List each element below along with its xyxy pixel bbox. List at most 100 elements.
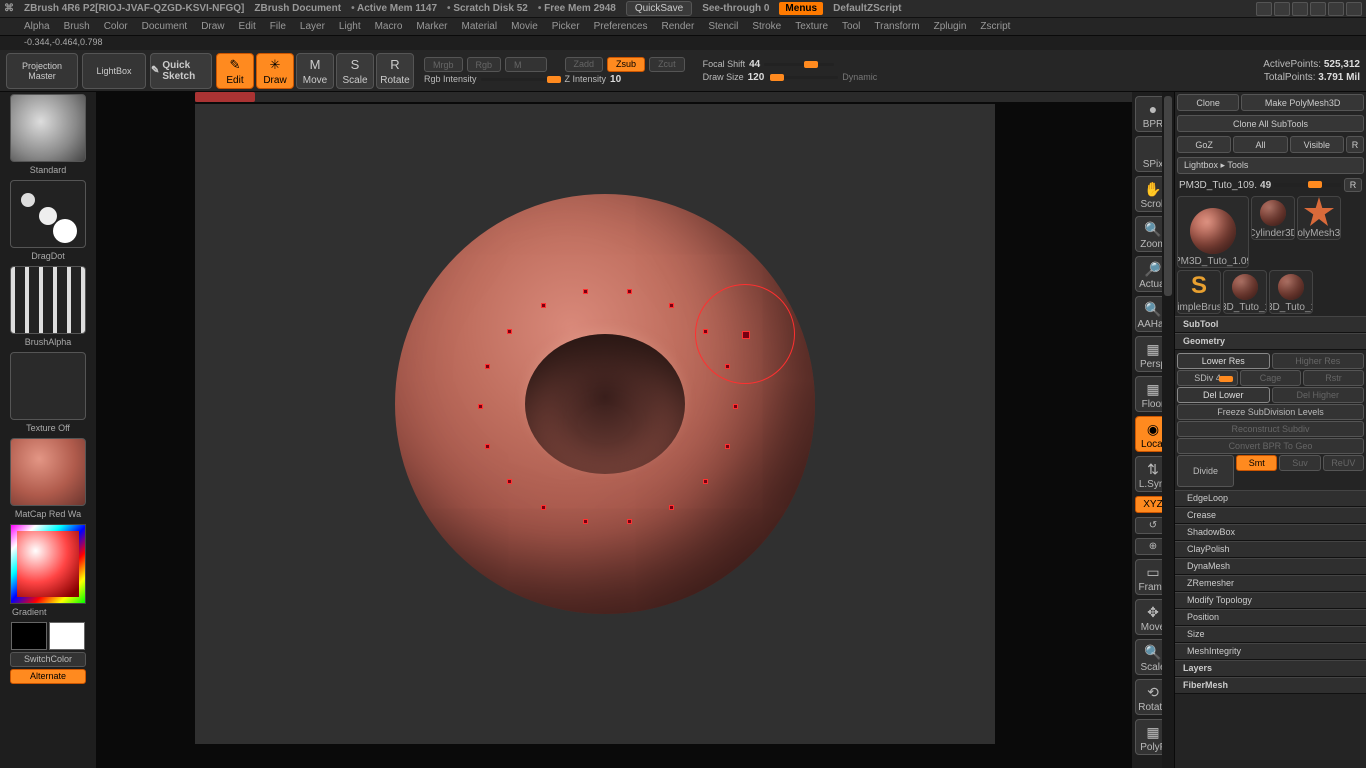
geo-freeze-subdivision-levels[interactable]: Freeze SubDivision Levels	[1177, 404, 1364, 420]
zsub-button[interactable]: Zsub	[607, 57, 645, 72]
menu-material[interactable]: Material	[462, 21, 498, 32]
m-button[interactable]: M	[505, 57, 547, 72]
menu-zplugin[interactable]: Zplugin	[934, 21, 967, 32]
geo-del-higher[interactable]: Del Higher	[1272, 387, 1365, 403]
geo-rstr[interactable]: Rstr	[1303, 370, 1364, 386]
lightbox-tools-button[interactable]: Lightbox ▸ Tools	[1177, 157, 1364, 174]
switch-color-button[interactable]: SwitchColor	[10, 652, 86, 667]
geo-cage[interactable]: Cage	[1240, 370, 1301, 386]
goz-r-button[interactable]: R	[1346, 136, 1364, 153]
geo-higher-res[interactable]: Higher Res	[1272, 353, 1365, 369]
rgb-intensity-slider[interactable]	[481, 78, 561, 81]
geo-section-crease[interactable]: Crease	[1175, 507, 1366, 524]
geo-section-meshintegrity[interactable]: MeshIntegrity	[1175, 643, 1366, 660]
menu-marker[interactable]: Marker	[416, 21, 447, 32]
material-thumbnail[interactable]	[10, 438, 86, 506]
geo-smt[interactable]: Smt	[1236, 455, 1277, 471]
quick-sketch-button[interactable]: ✎Quick Sketch	[150, 53, 212, 89]
make-polymesh-button[interactable]: Make PolyMesh3D	[1241, 94, 1364, 111]
texture-thumbnail[interactable]	[10, 352, 86, 420]
tool-PM3D_Tuto_1.09[interactable]: PM3D_Tuto_1.09	[1269, 270, 1313, 314]
mrgb-button[interactable]: Mrgb	[424, 57, 463, 72]
menu-light[interactable]: Light	[339, 21, 361, 32]
project-name[interactable]: PM3D_Tuto_109.	[1179, 180, 1257, 191]
alpha-thumbnail[interactable]	[10, 266, 86, 334]
menu-preferences[interactable]: Preferences	[594, 21, 648, 32]
gradient-label[interactable]: Gradient	[10, 606, 86, 620]
clone-button[interactable]: Clone	[1177, 94, 1239, 111]
menu-zscript[interactable]: Zscript	[980, 21, 1010, 32]
move-mode-button[interactable]: MMove	[296, 53, 334, 89]
geo-divide[interactable]: Divide	[1177, 455, 1234, 487]
menu-color[interactable]: Color	[104, 21, 128, 32]
tool-SimpleBrush[interactable]: SSimpleBrush	[1177, 270, 1221, 314]
scale-mode-button[interactable]: SScale	[336, 53, 374, 89]
projection-master-button[interactable]: Projection Master	[6, 53, 78, 89]
goz-all-button[interactable]: All	[1233, 136, 1287, 153]
project-r-button[interactable]: R	[1344, 178, 1362, 192]
rgb-button[interactable]: Rgb	[467, 57, 502, 72]
menu-alpha[interactable]: Alpha	[24, 21, 50, 32]
geo-reconstruct-subdiv[interactable]: Reconstruct Subdiv	[1177, 421, 1364, 437]
goz-visible-button[interactable]: Visible	[1290, 136, 1344, 153]
layout-icon[interactable]	[1256, 2, 1272, 16]
menu-tool[interactable]: Tool	[842, 21, 860, 32]
menu-stroke[interactable]: Stroke	[752, 21, 781, 32]
fibermesh-header[interactable]: FiberMesh	[1175, 677, 1366, 694]
menu-transform[interactable]: Transform	[874, 21, 919, 32]
color-swatch-black[interactable]	[11, 622, 47, 650]
quicksave-button[interactable]: QuickSave	[626, 1, 692, 16]
geometry-header[interactable]: Geometry	[1175, 333, 1366, 350]
minimize-icon[interactable]	[1310, 2, 1326, 16]
geo-section-edgeloop[interactable]: EdgeLoop	[1175, 490, 1366, 507]
geo-sdiv-4[interactable]: SDiv 4	[1177, 370, 1238, 386]
edit-mode-button[interactable]: ✎Edit	[216, 53, 254, 89]
geo-section-dynamesh[interactable]: DynaMesh	[1175, 558, 1366, 575]
lightbox-button[interactable]: LightBox	[82, 53, 146, 89]
geo-section-modify-topology[interactable]: Modify Topology	[1175, 592, 1366, 609]
geo-section-position[interactable]: Position	[1175, 609, 1366, 626]
default-zscript[interactable]: DefaultZScript	[833, 3, 901, 14]
tool-PM3D_Tuto_1.08[interactable]: PM3D_Tuto_1.08	[1223, 270, 1267, 314]
project-slider[interactable]	[1274, 183, 1341, 187]
menu-document[interactable]: Document	[142, 21, 188, 32]
goz-button[interactable]: GoZ	[1177, 136, 1231, 153]
layers-header[interactable]: Layers	[1175, 660, 1366, 677]
menu-brush[interactable]: Brush	[64, 21, 90, 32]
layout2-icon[interactable]	[1274, 2, 1290, 16]
rotate-mode-button[interactable]: RRotate	[376, 53, 414, 89]
geo-section-shadowbox[interactable]: ShadowBox	[1175, 524, 1366, 541]
focal-shift-slider[interactable]	[764, 63, 834, 66]
geo-section-claypolish[interactable]: ClayPolish	[1175, 541, 1366, 558]
menu-render[interactable]: Render	[662, 21, 695, 32]
menu-edit[interactable]: Edit	[239, 21, 256, 32]
geo-section-zremesher[interactable]: ZRemesher	[1175, 575, 1366, 592]
menu-macro[interactable]: Macro	[375, 21, 403, 32]
draw-mode-button[interactable]: ✳Draw	[256, 53, 294, 89]
zadd-button[interactable]: Zadd	[565, 57, 604, 72]
color-swatch-white[interactable]	[49, 622, 85, 650]
menu-file[interactable]: File	[270, 21, 286, 32]
tool-PolyMesh3D[interactable]: PolyMesh3D	[1297, 196, 1341, 240]
brush-thumbnail[interactable]	[10, 94, 86, 162]
stroke-thumbnail[interactable]	[10, 180, 86, 248]
zcut-button[interactable]: Zcut	[649, 57, 685, 72]
color-picker[interactable]	[10, 524, 86, 604]
menus-button[interactable]: Menus	[779, 2, 823, 15]
maximize-icon[interactable]	[1328, 2, 1344, 16]
lock-icon[interactable]	[1292, 2, 1308, 16]
geo-section-size[interactable]: Size	[1175, 626, 1366, 643]
menu-texture[interactable]: Texture	[795, 21, 828, 32]
menu-picker[interactable]: Picker	[552, 21, 580, 32]
menu-layer[interactable]: Layer	[300, 21, 325, 32]
tool-Cylinder3D[interactable]: Cylinder3D	[1251, 196, 1295, 240]
menu-stencil[interactable]: Stencil	[708, 21, 738, 32]
right-scrollbar[interactable]	[1162, 92, 1174, 768]
geo-suv[interactable]: Suv	[1279, 455, 1320, 471]
close-icon[interactable]	[1346, 2, 1362, 16]
draw-size-slider[interactable]	[768, 76, 838, 79]
document-scrollbar[interactable]	[195, 92, 1132, 102]
geo-del-lower[interactable]: Del Lower	[1177, 387, 1270, 403]
geo-reuv[interactable]: ReUV	[1323, 455, 1364, 471]
tool-PM3D_Tuto_1.09[interactable]: PM3D_Tuto_1.09	[1177, 196, 1249, 268]
